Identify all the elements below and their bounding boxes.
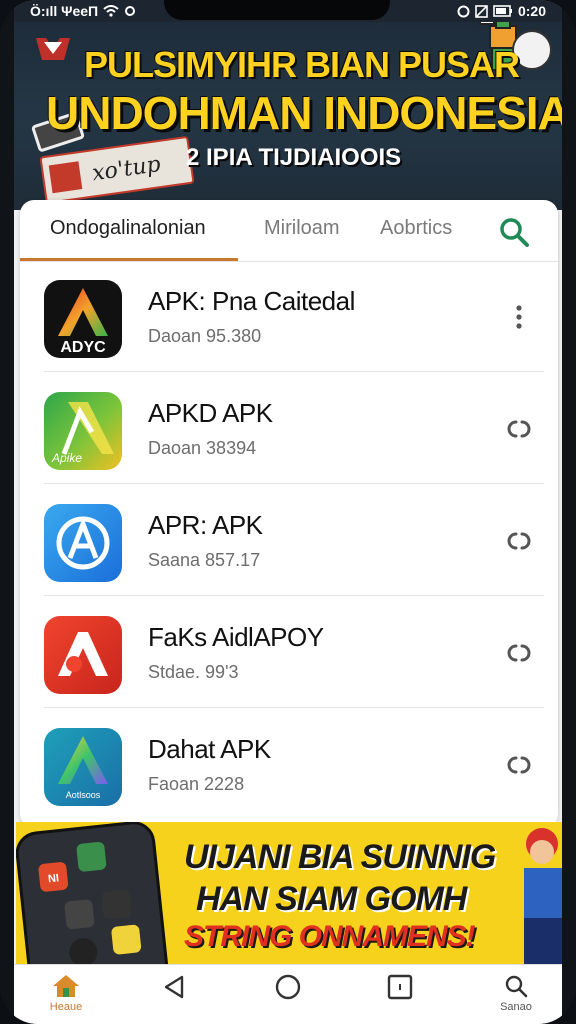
circle-home-icon (275, 974, 301, 1000)
app-meta: Daoan 38394 (148, 438, 257, 458)
link-icon[interactable] (504, 526, 534, 556)
promo-banner[interactable]: xo'tup PULSIMYIHR BIAN PUSAR UNDOHMAN IN… (14, 0, 562, 210)
app-meta: Stdae. 99'3 (148, 662, 239, 682)
status-left: Ö:ıll ΨeeΠ (30, 3, 136, 19)
app-name: APR: APK (148, 510, 263, 540)
adyc-logo-icon: ADYC (58, 288, 108, 356)
search-icon[interactable] (496, 214, 532, 250)
nav-circle-home[interactable] (258, 973, 318, 1021)
list-item[interactable]: ADYC APK: Pna Caitedal Daoan 95.380 (20, 262, 558, 372)
status-right: 0:20 (457, 3, 546, 19)
banner-title-line1: PULSIMYIHR BIAN PUSAR (84, 44, 520, 85)
divider (44, 707, 544, 708)
app-name: APKD APK (148, 398, 273, 428)
banner-subtitle: 2 IPIA TIJDIAIOOIS (186, 144, 402, 171)
tab-miriloam[interactable]: Miriloam (264, 217, 340, 240)
link-icon[interactable] (504, 638, 534, 668)
active-tab-indicator (20, 258, 238, 261)
ad-headline-line1: UIJANI BIA SUINNIG (184, 838, 496, 876)
battery-icon (493, 5, 512, 17)
ticket-tab (48, 161, 83, 194)
app-icon: Aotlsoos (44, 728, 122, 806)
more-vert-icon[interactable] (504, 302, 534, 332)
screen: xo'tup PULSIMYIHR BIAN PUSAR UNDOHMAN IN… (14, 0, 562, 1024)
wifi-icon (103, 5, 119, 17)
brand-logo-icon (36, 38, 70, 60)
clock: 0:20 (517, 3, 546, 19)
ad-tile-text: NI (47, 872, 59, 885)
app-name: FaKs AidlAPOY (148, 622, 324, 652)
mascot-illustration (524, 828, 562, 964)
nav-home[interactable]: Heaue (36, 973, 96, 1021)
search-icon (505, 975, 528, 998)
alarm-icon (457, 5, 470, 17)
phone-frame: xo'tup PULSIMYIHR BIAN PUSAR UNDOHMAN IN… (0, 0, 576, 1024)
tab-bar: Ondogalinalonian Miriloam Aobrtics (20, 200, 558, 262)
app-icon: Apike (44, 392, 122, 470)
divider (44, 371, 544, 372)
ticket-illustration: xo'tup (39, 135, 195, 205)
list-item[interactable]: Apike APKD APK Daoan 38394 (20, 374, 558, 484)
tab-aobrtics[interactable]: Aobrtics (380, 217, 452, 240)
mute-icon (475, 4, 488, 18)
tab-ondogalinalonian[interactable]: Ondogalinalonian (50, 217, 206, 240)
ticket-text: xo'tup (90, 152, 163, 187)
app-meta: Faoan 2228 (148, 774, 245, 794)
list-item[interactable]: Aotlsoos Dahat APK Faoan 2228 (20, 710, 558, 820)
divider (44, 595, 544, 596)
divider (44, 483, 544, 484)
app-icon-label: ADYC (60, 339, 106, 356)
nav-search[interactable]: Sanao (486, 973, 546, 1021)
ad-banner[interactable]: NI UIJANI BIA SUINNIG HAN SIAM GOMH STRI… (16, 822, 562, 964)
app-icon (44, 504, 122, 582)
settings-icon (125, 6, 136, 16)
app-meta: Saana 857.17 (148, 550, 261, 570)
square-recents-icon (387, 974, 413, 1000)
nav-back[interactable] (144, 973, 204, 1021)
faks-logo-icon (58, 632, 108, 676)
app-name: Dahat APK (148, 734, 271, 764)
banner-title-line2: UNDOHMAN INDONESIA (46, 87, 562, 139)
app-icon: ADYC (44, 280, 122, 358)
nav-home-label: Heaue (49, 1001, 83, 1013)
ad-phone-screen-icon: NI (38, 841, 142, 964)
app-icon-label: Aotlsoos (66, 790, 101, 800)
bottom-nav-bar: Heaue Sanao (14, 964, 562, 1024)
ad-headline-line2: HAN SIAM GOMH (196, 880, 467, 918)
ad-headline-line3: STRING ONNAMENS! (184, 920, 476, 953)
camera-notch (164, 0, 390, 20)
nav-recents[interactable] (370, 973, 430, 1021)
app-name: APK: Pna Caitedal (148, 286, 355, 316)
app-list-card: Ondogalinalonian Miriloam Aobrtics ADYC … (20, 200, 558, 828)
app-meta: Daoan 95.380 (148, 326, 262, 346)
back-icon (164, 975, 184, 999)
app-icon (44, 616, 122, 694)
ad-phone-illustration: NI (16, 822, 171, 964)
dahat-logo-icon: Aotlsoos (58, 736, 108, 800)
nav-search-label: Sanao (500, 1001, 532, 1013)
home-icon (53, 975, 79, 997)
apr-logo-icon (56, 516, 110, 570)
apike-logo-icon: Apike (51, 402, 114, 465)
link-icon[interactable] (504, 750, 534, 780)
list-item[interactable]: FaKs AidlAPOY Stdae. 99'3 (20, 598, 558, 708)
list-item[interactable]: APR: APK Saana 857.17 (20, 486, 558, 596)
carrier-text: Ö:ıll ΨeeΠ (30, 3, 99, 19)
link-icon[interactable] (504, 414, 534, 444)
app-icon-label: Apike (51, 451, 82, 465)
